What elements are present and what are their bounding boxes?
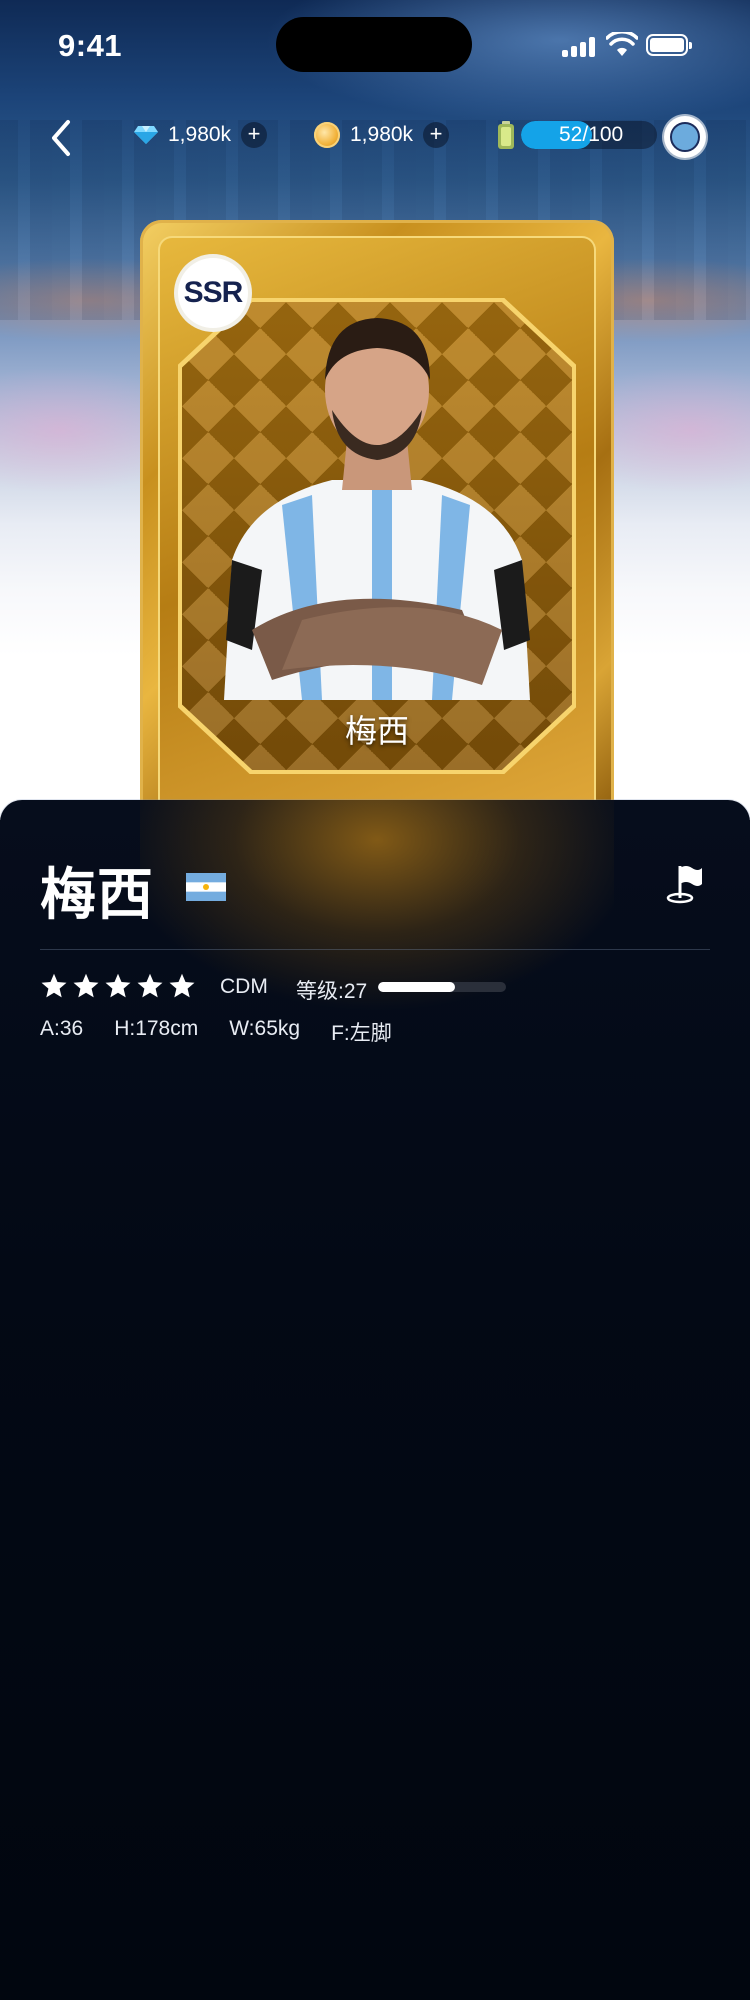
signal-icon — [562, 35, 596, 57]
coin-counter: 1,980k + — [314, 120, 450, 150]
coin-value: 1,980k — [350, 123, 414, 146]
club-badge-icon[interactable] — [664, 116, 706, 158]
star-rating — [40, 972, 196, 1000]
card-player-name: 梅西 — [344, 713, 409, 749]
star-icon — [169, 973, 195, 998]
attr-age: A:36 — [40, 1017, 84, 1040]
energy-text: 52/100 — [559, 123, 624, 146]
star-icon — [73, 973, 99, 998]
player-attributes: A:36 H:178cm W:65kg F:左脚 — [40, 1017, 423, 1047]
gem-counter: 1,980k + — [134, 120, 268, 150]
status-bar: 9:41 — [0, 0, 750, 92]
diamond-icon — [134, 126, 158, 144]
energy-bar: 52/100 — [521, 121, 657, 149]
level-progress-bar — [378, 982, 506, 992]
battery-icon — [646, 34, 692, 56]
wifi-icon — [606, 32, 638, 56]
star-icon — [105, 973, 131, 998]
player-portrait — [224, 318, 530, 700]
gem-value: 1,980k — [168, 123, 232, 146]
level-progress-fill — [378, 982, 455, 992]
add-gems-button[interactable]: + — [241, 122, 268, 148]
dynamic-island — [276, 17, 472, 72]
player-card[interactable]: SSR 梅西 — [140, 220, 614, 820]
argentina-flag-icon — [186, 873, 226, 901]
player-name: 梅西 — [40, 863, 154, 926]
star-icon — [137, 973, 163, 998]
divider — [40, 949, 710, 950]
back-chevron-icon[interactable] — [44, 116, 80, 160]
energy-counter: 52/100 — [497, 120, 657, 150]
status-time: 9:41 — [58, 28, 123, 63]
attr-weight: W:65kg — [229, 1017, 301, 1040]
attr-height: H:178cm — [114, 1017, 199, 1040]
add-coins-button[interactable]: + — [423, 122, 450, 148]
star-icon — [41, 973, 67, 998]
coin-icon — [314, 122, 340, 148]
report-flag-icon[interactable] — [664, 862, 704, 904]
attr-foot: F:左脚 — [331, 1022, 392, 1045]
player-level: 等级:27 — [296, 980, 368, 1003]
battery-icon — [498, 121, 514, 149]
player-position: CDM — [220, 975, 268, 998]
